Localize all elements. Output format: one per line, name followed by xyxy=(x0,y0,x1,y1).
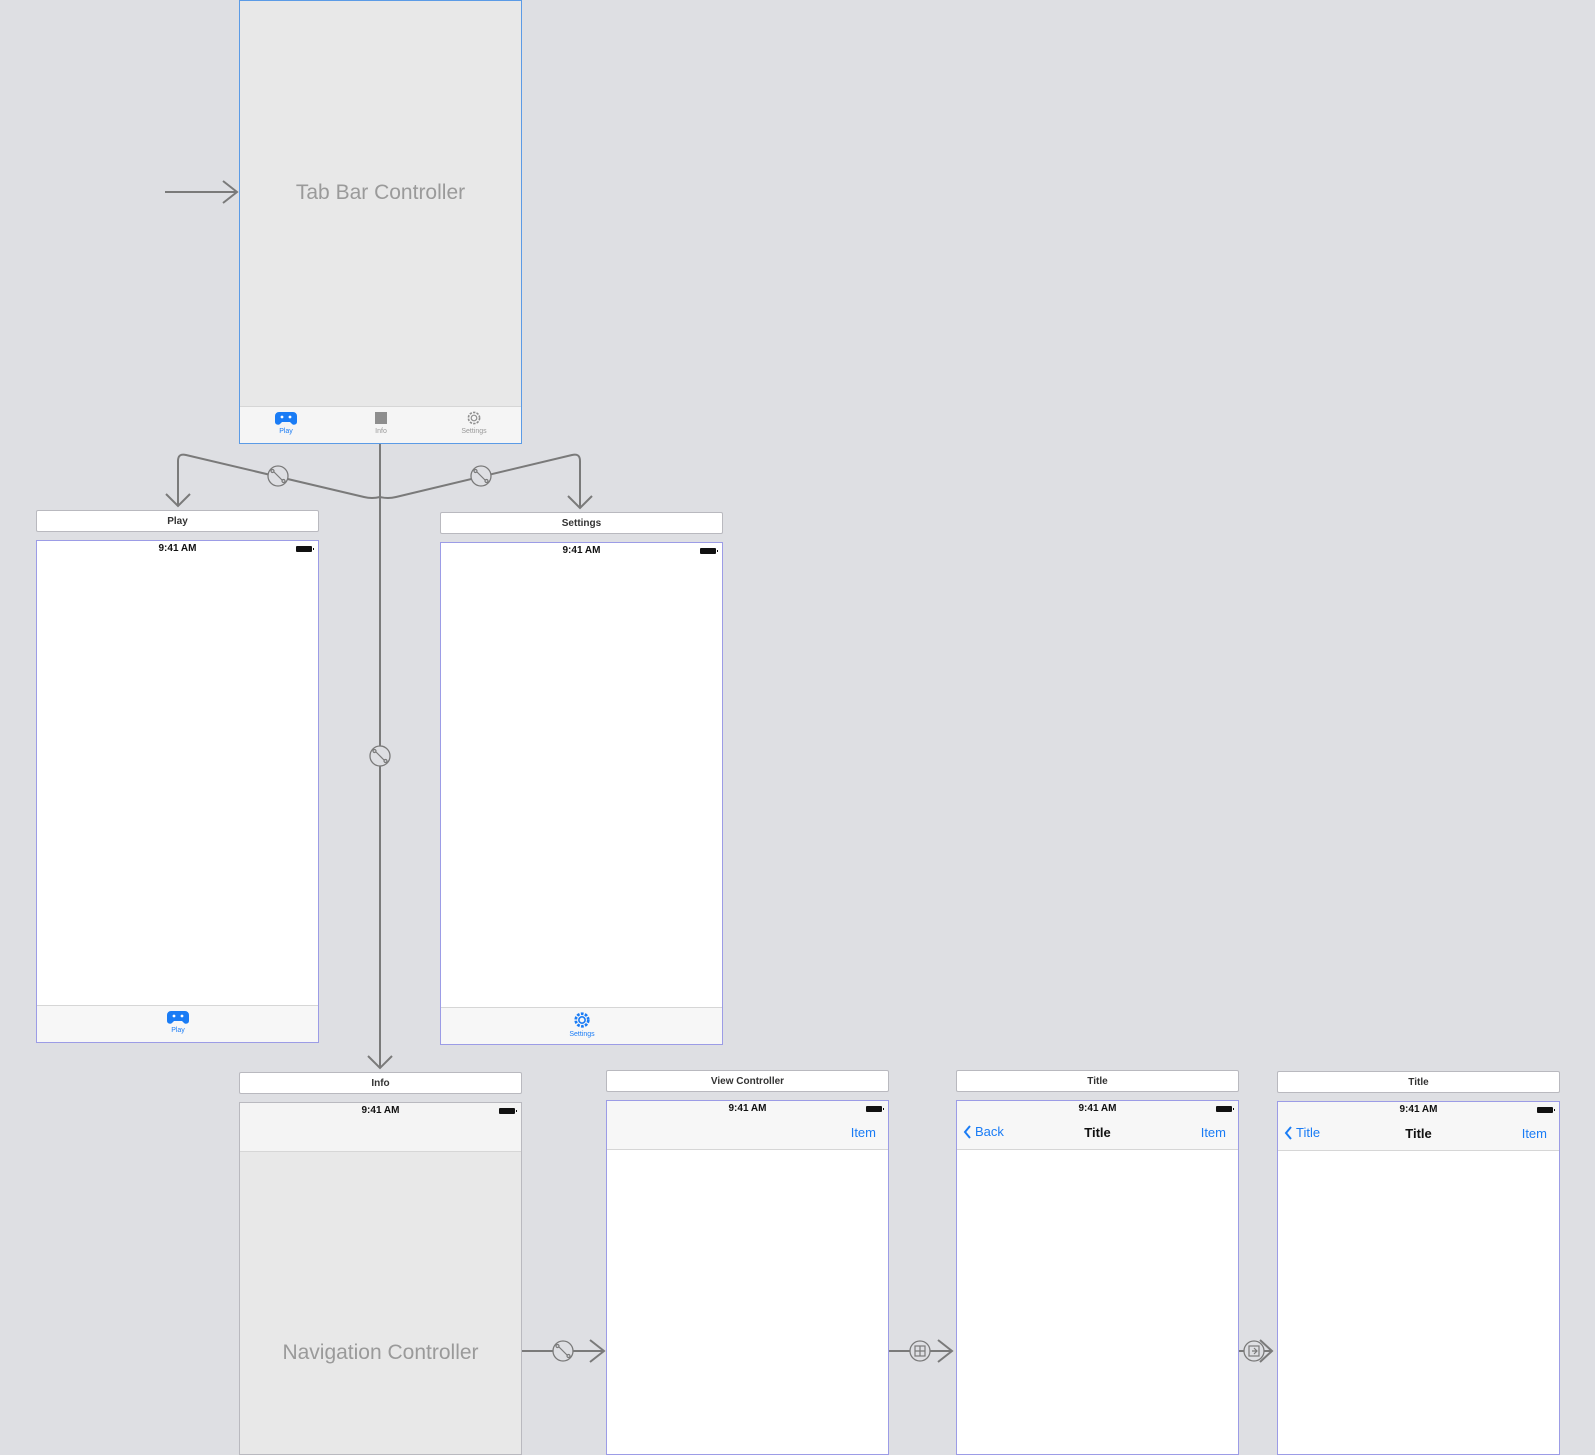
tab-bar: Play xyxy=(37,1005,318,1042)
show-segue-icon xyxy=(1243,1340,1265,1362)
status-time: 9:41 AM xyxy=(1399,1104,1438,1115)
nav-title: Title xyxy=(1405,1126,1432,1141)
battery-icon xyxy=(296,546,314,552)
navigation-controller-scene[interactable]: 9:41 AM Navigation Controller xyxy=(239,1102,522,1455)
right-bar-button[interactable]: Item xyxy=(851,1125,876,1140)
storyboard-canvas[interactable]: Tab Bar Controller Play Info Settings Pl… xyxy=(0,0,1595,1455)
battery-icon xyxy=(700,548,718,554)
gear-icon xyxy=(574,1012,590,1028)
settings-scene[interactable]: 9:41 AM Settings xyxy=(440,542,723,1045)
nav-bar: 9:41 AM xyxy=(240,1103,521,1152)
tab-bar: Play Info Settings xyxy=(240,406,521,443)
title-scene-1-title[interactable]: Title xyxy=(956,1070,1239,1092)
status-bar: 9:41 AM xyxy=(37,541,318,559)
tab-label: Info xyxy=(375,428,387,435)
show-arrow-head-2 xyxy=(1259,1339,1274,1363)
show-arrow-head-1 xyxy=(937,1339,954,1363)
info-scene-title[interactable]: Info xyxy=(239,1072,522,1094)
nav-bar: 9:41 AM Back Title Item xyxy=(957,1101,1238,1150)
nav-bar: 9:41 AM Title Title Item xyxy=(1278,1102,1559,1151)
status-time: 9:41 AM xyxy=(158,543,197,554)
root-arrow-head xyxy=(589,1339,606,1363)
tab-label: Play xyxy=(279,428,293,435)
settings-scene-title[interactable]: Settings xyxy=(440,512,723,534)
gamepad-icon xyxy=(275,412,297,425)
tab-bar-controller-scene[interactable]: Tab Bar Controller Play Info Settings xyxy=(239,0,522,444)
play-segue-line xyxy=(177,453,381,505)
tab-bar: Settings xyxy=(441,1007,722,1044)
status-bar: 9:41 AM xyxy=(957,1101,1238,1119)
battery-icon xyxy=(1537,1107,1555,1113)
status-time: 9:41 AM xyxy=(728,1103,767,1114)
tab-label: Settings xyxy=(461,428,487,435)
nav-bar: 9:41 AM Item xyxy=(607,1101,888,1150)
status-bar: 9:41 AM xyxy=(240,1103,521,1121)
square-icon xyxy=(375,412,387,424)
tab-play[interactable]: Play xyxy=(143,1009,213,1034)
relationship-segue-icon xyxy=(267,465,289,487)
play-scene-title[interactable]: Play xyxy=(36,510,319,532)
title-scene-2[interactable]: 9:41 AM Title Title Item xyxy=(1277,1101,1560,1455)
show-segue-icon xyxy=(909,1340,931,1362)
settings-segue-line xyxy=(379,453,581,507)
relationship-segue-icon xyxy=(552,1340,574,1362)
status-bar: 9:41 AM xyxy=(441,543,722,561)
status-bar: 9:41 AM xyxy=(1278,1102,1559,1120)
tab-info[interactable]: Info xyxy=(346,410,416,435)
battery-icon xyxy=(866,1106,884,1112)
battery-icon xyxy=(1216,1106,1234,1112)
relationship-segue-icon xyxy=(369,745,391,767)
view-controller-scene[interactable]: 9:41 AM Item xyxy=(606,1100,889,1455)
play-scene[interactable]: 9:41 AM Play xyxy=(36,540,319,1043)
relationship-segue-icon xyxy=(470,465,492,487)
title-scene-1[interactable]: 9:41 AM Back Title Item xyxy=(956,1100,1239,1455)
gamepad-icon xyxy=(167,1011,189,1024)
right-bar-button[interactable]: Item xyxy=(1522,1126,1547,1141)
title-scene-2-title[interactable]: Title xyxy=(1277,1071,1560,1093)
right-bar-button[interactable]: Item xyxy=(1201,1125,1226,1140)
settings-arrow-head xyxy=(567,495,593,510)
tab-settings[interactable]: Settings xyxy=(547,1011,617,1038)
info-arrow-head xyxy=(367,1055,393,1070)
controller-label: Navigation Controller xyxy=(282,1341,479,1364)
status-time: 9:41 AM xyxy=(562,545,601,556)
battery-icon xyxy=(499,1108,517,1114)
nav-title: Title xyxy=(1084,1125,1111,1140)
gear-icon xyxy=(467,411,481,425)
play-arrow-head xyxy=(165,493,191,508)
tab-settings[interactable]: Settings xyxy=(439,410,509,435)
controller-label: Tab Bar Controller xyxy=(295,181,466,204)
view-controller-scene-title[interactable]: View Controller xyxy=(606,1070,889,1092)
status-time: 9:41 AM xyxy=(1078,1103,1117,1114)
tab-label: Settings xyxy=(569,1031,595,1038)
tab-play[interactable]: Play xyxy=(251,410,321,435)
status-time: 9:41 AM xyxy=(361,1105,400,1116)
tab-label: Play xyxy=(171,1027,185,1034)
entry-arrow-head xyxy=(222,180,239,204)
status-bar: 9:41 AM xyxy=(607,1101,888,1119)
